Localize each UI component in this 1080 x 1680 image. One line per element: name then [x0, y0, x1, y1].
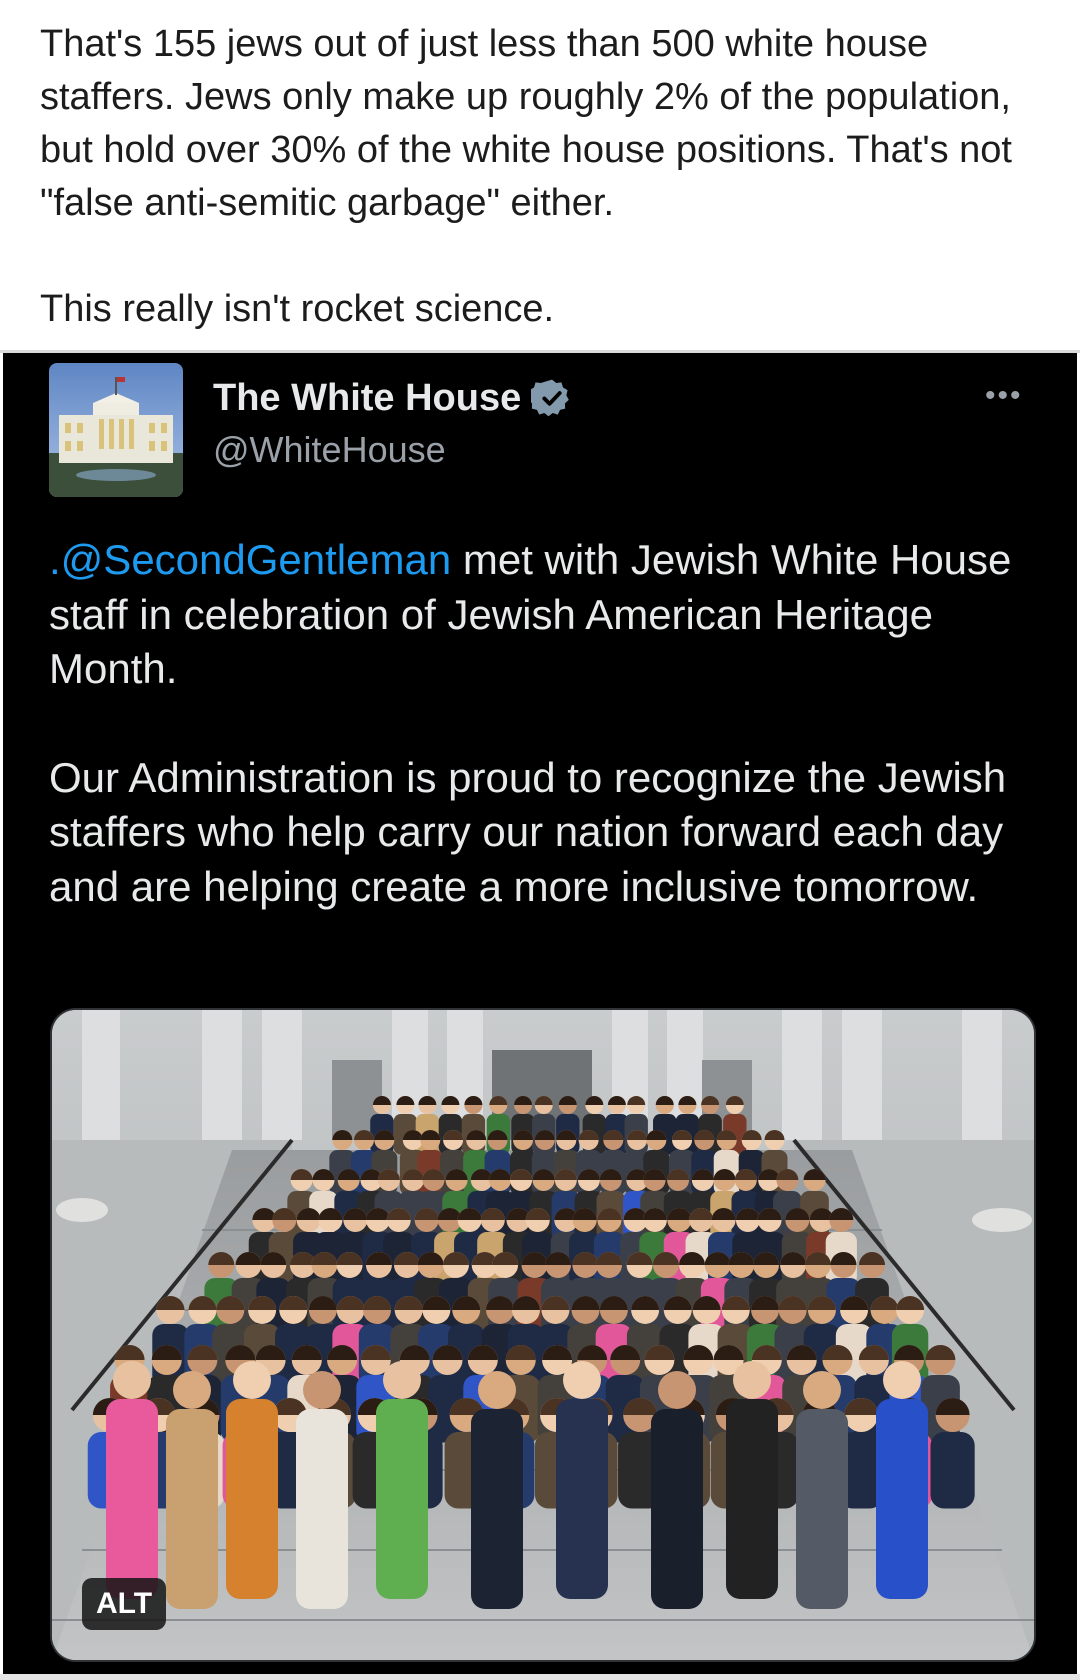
front-row-figure-head [383, 1361, 421, 1399]
front-row-figure [376, 1399, 428, 1599]
front-row-figure-head [883, 1361, 921, 1399]
verified-badge-icon [531, 379, 570, 417]
avatar[interactable] [49, 363, 183, 497]
front-row-figure [651, 1409, 703, 1609]
tweet-text: .@SecondGentleman met with Jewish White … [49, 533, 1049, 914]
comment-paragraph-1: That's 155 jews out of just less than 50… [40, 23, 1012, 224]
front-row-figure [471, 1409, 523, 1609]
front-row-figure [226, 1399, 278, 1599]
author-name-row[interactable]: The White House [213, 375, 573, 421]
front-row-figure-head [563, 1361, 601, 1399]
front-row-figure [876, 1399, 928, 1599]
handle[interactable]: @WhiteHouse [213, 427, 446, 473]
embedded-tweet[interactable]: The White House @WhiteHouse ••• .@Second… [3, 353, 1077, 1680]
front-row-figure [556, 1399, 608, 1599]
white-house-avatar-image [49, 363, 183, 497]
more-horizontal-icon[interactable]: ••• [985, 381, 1023, 411]
comment-body: That's 155 jews out of just less than 50… [40, 18, 1050, 336]
front-row-figure [106, 1399, 158, 1599]
front-row-figure-head [803, 1371, 841, 1409]
front-row-figure-head [658, 1371, 696, 1409]
front-row-figure-head [303, 1371, 341, 1409]
front-row-figure-head [233, 1361, 271, 1399]
mention-link[interactable]: .@SecondGentleman [49, 536, 451, 583]
tweet-photo[interactable]: ALT [50, 1008, 1036, 1662]
front-row-figure [166, 1409, 218, 1609]
front-row-figure-head [733, 1361, 771, 1399]
alt-text-button[interactable]: ALT [82, 1578, 166, 1630]
front-row-figure [796, 1409, 848, 1609]
tweet-paragraph-1: .@SecondGentleman met with Jewish White … [49, 533, 1049, 697]
front-row-figure [296, 1409, 348, 1609]
front-row-figure-head [478, 1371, 516, 1409]
front-row-figure [726, 1399, 778, 1599]
display-name[interactable]: The White House [213, 375, 521, 421]
group-photo-image [52, 1010, 1034, 1660]
crowd-figure [930, 1432, 975, 1509]
tweet-paragraph-2: Our Administration is proud to recognize… [49, 753, 1007, 910]
front-row-figure-head [113, 1361, 151, 1399]
comment-paragraph-2: This really isn't rocket science. [40, 288, 555, 330]
divider [0, 1674, 1080, 1680]
front-row-figure-head [173, 1371, 211, 1409]
